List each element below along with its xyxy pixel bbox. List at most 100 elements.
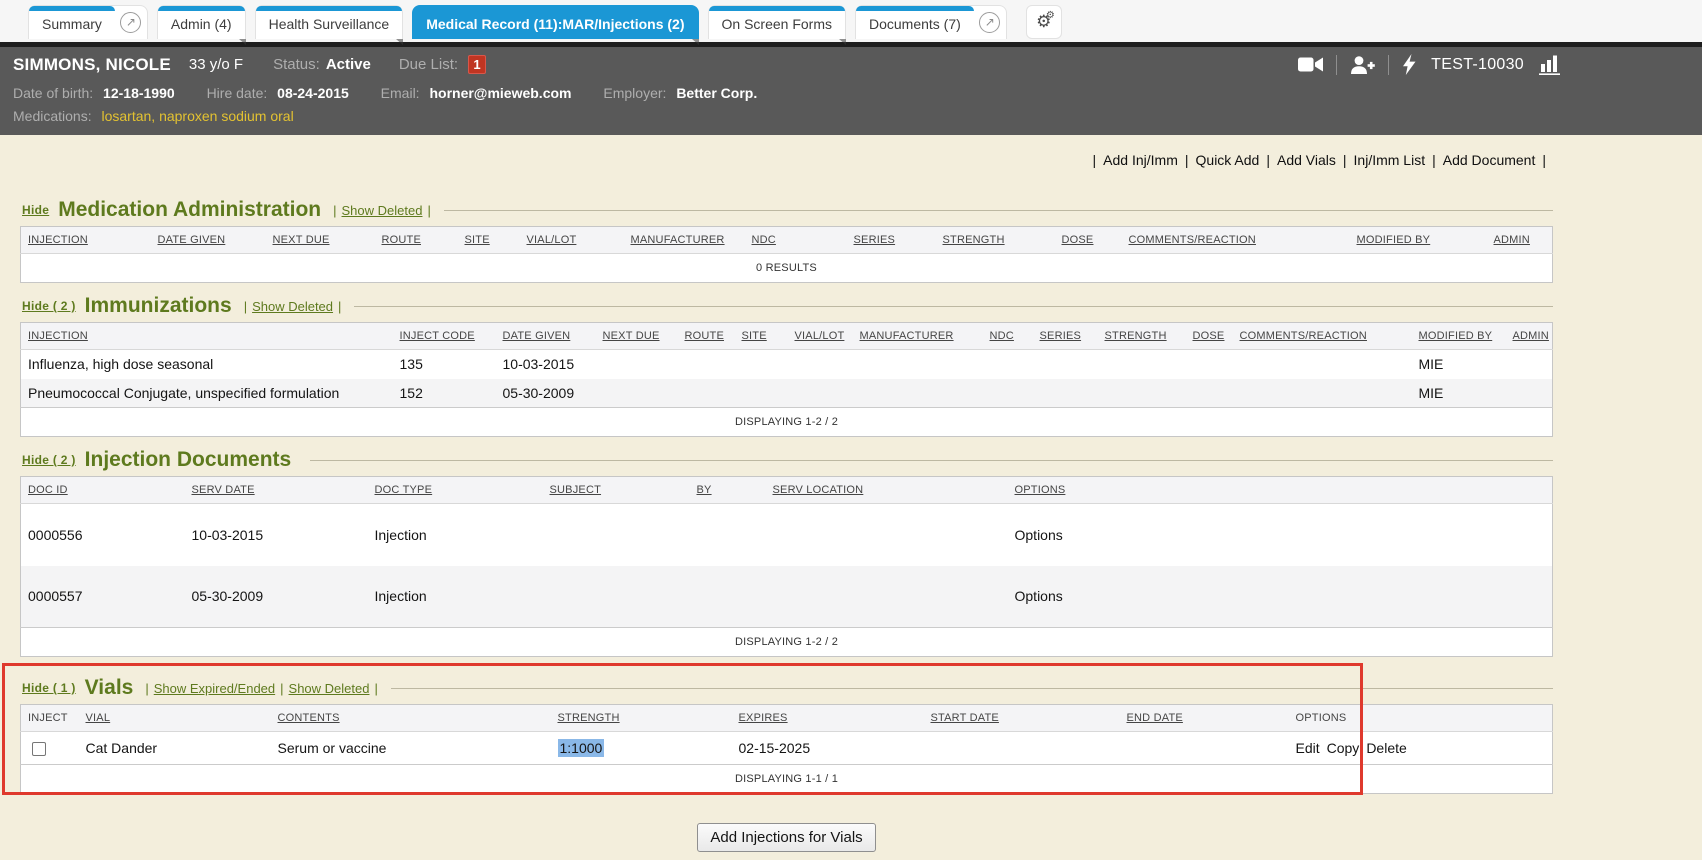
action-link-inj-imm-list[interactable]: Inj/Imm List bbox=[1354, 152, 1426, 168]
cell-injection: Pneumococcal Conjugate, unspecified form… bbox=[21, 379, 396, 408]
bar-chart-icon[interactable] bbox=[1539, 54, 1562, 75]
column-header-series[interactable]: SERIES bbox=[1036, 323, 1101, 350]
column-header-injection[interactable]: INJECTION bbox=[21, 227, 154, 254]
column-header-strength[interactable]: STRENGTH bbox=[1101, 323, 1189, 350]
tab-summary[interactable]: Summary bbox=[29, 6, 115, 39]
column-header-series[interactable]: SERIES bbox=[850, 227, 939, 254]
tab-medical-record-active[interactable]: Medical Record (11):MAR/Injections (2) bbox=[413, 6, 697, 39]
paging-status: DISPLAYING 1-2 / 2 bbox=[21, 628, 1553, 657]
medication-administration-table: INJECTIONDATE GIVENNEXT DUEROUTESITEVIAL… bbox=[20, 226, 1553, 283]
vial-select-checkbox[interactable] bbox=[32, 742, 46, 756]
immunizations-show-deleted[interactable]: Show Deleted bbox=[252, 299, 333, 314]
tab-documents[interactable]: Documents (7) bbox=[856, 6, 974, 39]
settings-gear-button[interactable]: ⚙ ⚙ bbox=[1026, 5, 1062, 39]
column-header-date-given[interactable]: DATE GIVEN bbox=[499, 323, 599, 350]
column-header-next-due[interactable]: NEXT DUE bbox=[599, 323, 681, 350]
column-header-contents[interactable]: CONTENTS bbox=[274, 705, 554, 732]
column-header-options: OPTIONS bbox=[1292, 705, 1553, 732]
column-header-route[interactable]: ROUTE bbox=[681, 323, 738, 350]
tab-health-surveillance[interactable]: Health Surveillance bbox=[256, 6, 403, 39]
column-header-subject[interactable]: SUBJECT bbox=[546, 477, 693, 504]
column-header-route[interactable]: ROUTE bbox=[378, 227, 461, 254]
tab-admin-label: Admin (4) bbox=[171, 16, 232, 32]
column-header-site[interactable]: SITE bbox=[461, 227, 523, 254]
due-list-label: Due List: bbox=[399, 56, 458, 73]
column-header-serv-date[interactable]: SERV DATE bbox=[188, 477, 371, 504]
column-header-comments-reaction[interactable]: COMMENTS/REACTION bbox=[1125, 227, 1353, 254]
column-header-admin[interactable]: ADMIN bbox=[1490, 227, 1553, 254]
hide-immunizations-link[interactable]: Hide ( 2 ) bbox=[22, 299, 76, 313]
column-header-expires[interactable]: EXPIRES bbox=[735, 705, 927, 732]
column-header-admin[interactable]: ADMIN bbox=[1509, 323, 1553, 350]
medications-links[interactable]: losartan, naproxen sodium oral bbox=[101, 108, 293, 124]
document-options-link[interactable]: Options bbox=[1015, 588, 1063, 604]
column-header-manufacturer[interactable]: MANUFACTURER bbox=[856, 323, 986, 350]
vials-title: Vials bbox=[85, 676, 134, 700]
column-header-options[interactable]: OPTIONS bbox=[1011, 477, 1553, 504]
column-header-dose[interactable]: DOSE bbox=[1058, 227, 1125, 254]
due-list-count-badge[interactable]: 1 bbox=[468, 55, 486, 74]
column-header-strength[interactable]: STRENGTH bbox=[939, 227, 1058, 254]
column-header-manufacturer[interactable]: MANUFACTURER bbox=[627, 227, 748, 254]
column-header-end-date[interactable]: END DATE bbox=[1123, 705, 1292, 732]
patient-chart-number: TEST-10030 bbox=[1431, 56, 1524, 74]
cell-serv-date: 05-30-2009 bbox=[188, 566, 371, 628]
documents-popout-button[interactable]: ↗ bbox=[974, 6, 1006, 39]
tab-medical-record-label: Medical Record (11):MAR/Injections (2) bbox=[426, 16, 684, 32]
tab-dropdown-fold-icon bbox=[396, 39, 403, 45]
column-header-vial-lot[interactable]: VIAL/LOT bbox=[791, 323, 856, 350]
column-header-doc-id[interactable]: DOC ID bbox=[21, 477, 188, 504]
column-header-injection[interactable]: INJECTION bbox=[21, 323, 396, 350]
column-header-vial[interactable]: VIAL bbox=[82, 705, 274, 732]
action-link-quick-add[interactable]: Quick Add bbox=[1196, 152, 1260, 168]
summary-popout-button[interactable]: ↗ bbox=[115, 6, 147, 39]
action-link-add-vials[interactable]: Add Vials bbox=[1277, 152, 1336, 168]
vials-show-expired-ended[interactable]: Show Expired/Ended bbox=[154, 681, 275, 696]
column-header-start-date[interactable]: START DATE bbox=[927, 705, 1123, 732]
cell-serv-date: 10-03-2015 bbox=[188, 504, 371, 566]
column-header-modified-by[interactable]: MODIFIED BY bbox=[1353, 227, 1490, 254]
action-link-add-inj-imm[interactable]: Add Inj/Imm bbox=[1103, 152, 1178, 168]
column-header-modified-by[interactable]: MODIFIED BY bbox=[1415, 323, 1509, 350]
action-link-add-document[interactable]: Add Document bbox=[1443, 152, 1536, 168]
column-header-vial-lot[interactable]: VIAL/LOT bbox=[523, 227, 627, 254]
add-injections-for-vials-button[interactable]: Add Injections for Vials bbox=[697, 823, 875, 852]
vial-option-edit[interactable]: Edit bbox=[1296, 740, 1320, 756]
separator: | bbox=[145, 681, 148, 696]
button-row: Add Injections for Vials bbox=[20, 823, 1553, 852]
vial-option-copy[interactable]: Copy bbox=[1327, 740, 1360, 756]
column-header-next-due[interactable]: NEXT DUE bbox=[269, 227, 378, 254]
hide-injection-documents-link[interactable]: Hide ( 2 ) bbox=[22, 453, 76, 467]
column-header-dose[interactable]: DOSE bbox=[1189, 323, 1236, 350]
tab-admin[interactable]: Admin (4) bbox=[158, 6, 245, 39]
column-header-ndc[interactable]: NDC bbox=[748, 227, 850, 254]
vials-show-deleted[interactable]: Show Deleted bbox=[289, 681, 370, 696]
section-rule bbox=[391, 688, 1553, 689]
lightning-bolt-icon[interactable] bbox=[1402, 54, 1416, 75]
main-content: |Add Inj/Imm|Quick Add|Add Vials|Inj/Imm… bbox=[0, 152, 1702, 860]
hide-medication-administration-link[interactable]: Hide bbox=[22, 203, 49, 217]
vial-option-delete[interactable]: Delete bbox=[1366, 740, 1406, 756]
column-header-serv-location[interactable]: SERV LOCATION bbox=[769, 477, 1011, 504]
add-person-icon[interactable] bbox=[1350, 56, 1375, 74]
column-header-date-given[interactable]: DATE GIVEN bbox=[154, 227, 269, 254]
column-header-strength[interactable]: STRENGTH bbox=[554, 705, 735, 732]
cell-inject-code: 135 bbox=[396, 350, 499, 379]
tab-on-screen-forms[interactable]: On Screen Forms bbox=[709, 6, 845, 39]
column-header-by[interactable]: BY bbox=[693, 477, 769, 504]
immunization-row: Influenza, high dose seasonal 135 10-03-… bbox=[21, 350, 1553, 379]
column-header-inject: INJECT bbox=[21, 705, 82, 732]
column-header-ndc[interactable]: NDC bbox=[986, 323, 1036, 350]
med-admin-show-deleted[interactable]: Show Deleted bbox=[342, 203, 423, 218]
divider bbox=[1388, 55, 1389, 75]
vial-options: Edit Copy Delete bbox=[1292, 732, 1553, 765]
hide-vials-link[interactable]: Hide ( 1 ) bbox=[22, 681, 76, 695]
video-camera-icon[interactable] bbox=[1298, 56, 1323, 73]
section-immunizations: Hide ( 2 ) Immunizations |Show Deleted| … bbox=[20, 294, 1553, 437]
cell-modified-by: MIE bbox=[1415, 350, 1509, 379]
document-options-link[interactable]: Options bbox=[1015, 527, 1063, 543]
column-header-site[interactable]: SITE bbox=[738, 323, 791, 350]
column-header-inject-code[interactable]: INJECT CODE bbox=[396, 323, 499, 350]
column-header-comments-reaction[interactable]: COMMENTS/REACTION bbox=[1236, 323, 1415, 350]
column-header-doc-type[interactable]: DOC TYPE bbox=[371, 477, 546, 504]
